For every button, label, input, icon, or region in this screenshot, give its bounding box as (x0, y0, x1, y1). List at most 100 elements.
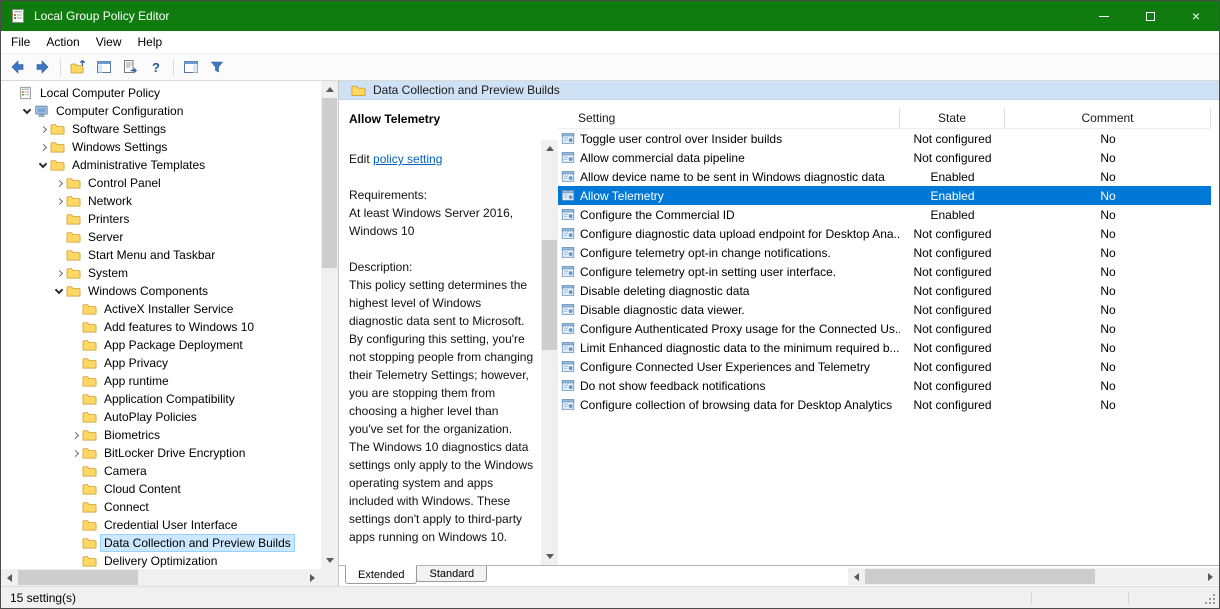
tree-item-software-settings[interactable]: Software Settings (1, 120, 321, 138)
tree-item-printers[interactable]: Printers (1, 210, 321, 228)
expander-icon[interactable] (52, 194, 66, 208)
tree-item-start-menu-and-taskbar[interactable]: Start Menu and Taskbar (1, 246, 321, 264)
edit-policy-setting-link[interactable]: policy setting (373, 152, 442, 166)
setting-row[interactable]: Toggle user control over Insider builds … (558, 129, 1211, 148)
policy-setting-icon (561, 246, 575, 259)
scroll-thumb[interactable] (322, 98, 337, 268)
tree-vertical-scrollbar[interactable] (321, 81, 338, 569)
tree-item-camera[interactable]: Camera (1, 462, 321, 480)
tree-item-biometrics[interactable]: Biometrics (1, 426, 321, 444)
tree-item-application-compatibility[interactable]: Application Compatibility (1, 390, 321, 408)
help-button[interactable]: ? (144, 56, 168, 78)
tree-item-credential-user-interface[interactable]: Credential User Interface (1, 516, 321, 534)
setting-row[interactable]: Configure collection of browsing data fo… (558, 395, 1211, 414)
scroll-down-button[interactable] (321, 552, 338, 569)
back-button[interactable] (5, 56, 29, 78)
scroll-left-button[interactable] (848, 568, 865, 585)
menu-help[interactable]: Help (130, 32, 171, 52)
tree-item-network[interactable]: Network (1, 192, 321, 210)
expander-icon[interactable] (68, 428, 82, 442)
scroll-down-button[interactable] (541, 548, 558, 565)
console-tree: Local Computer Policy Computer Configura… (1, 81, 321, 569)
column-header-comment[interactable]: Comment (1005, 108, 1211, 128)
scrollbar-corner (321, 569, 338, 586)
folder-icon (82, 338, 101, 352)
scroll-right-button[interactable] (304, 569, 321, 586)
setting-row[interactable]: Configure telemetry opt-in setting user … (558, 262, 1211, 281)
tree-item-windows-components[interactable]: Windows Components (1, 282, 321, 300)
tree-horizontal-scrollbar[interactable] (1, 569, 321, 586)
tree-item-autoplay-policies[interactable]: AutoPlay Policies (1, 408, 321, 426)
tab-extended[interactable]: Extended (345, 565, 417, 584)
setting-row[interactable]: Configure Authenticated Proxy usage for … (558, 319, 1211, 338)
tree-item-control-panel[interactable]: Control Panel (1, 174, 321, 192)
tree-item-activex-installer-service[interactable]: ActiveX Installer Service (1, 300, 321, 318)
setting-row[interactable]: Configure the Commercial ID Enabled No (558, 205, 1211, 224)
setting-row-selected[interactable]: Allow Telemetry Enabled No (558, 186, 1211, 205)
list-horizontal-scrollbar[interactable] (848, 568, 1219, 585)
expander-icon[interactable] (52, 176, 66, 190)
column-header-setting[interactable]: Setting (558, 108, 900, 128)
setting-row[interactable]: Allow device name to be sent in Windows … (558, 167, 1211, 186)
expander-icon[interactable] (52, 284, 66, 298)
tab-standard[interactable]: Standard (416, 566, 487, 582)
scroll-up-button[interactable] (541, 140, 558, 157)
tree-item-app-privacy[interactable]: App Privacy (1, 354, 321, 372)
export-list-button[interactable] (118, 56, 142, 78)
expander-spacer (52, 212, 66, 226)
column-header-state[interactable]: State (900, 108, 1005, 128)
tree-item-delivery-optimization[interactable]: Delivery Optimization (1, 552, 321, 569)
policy-setting-icon (561, 398, 575, 411)
show-console-tree-button[interactable] (92, 56, 116, 78)
tree-item-system[interactable]: System (1, 264, 321, 282)
tree-item-app-package-deployment[interactable]: App Package Deployment (1, 336, 321, 354)
scroll-thumb[interactable] (542, 240, 557, 350)
show-action-pane-button[interactable] (179, 56, 203, 78)
setting-row[interactable]: Do not show feedback notifications Not c… (558, 376, 1211, 395)
menu-view[interactable]: View (88, 32, 130, 52)
resize-grip[interactable] (1204, 593, 1216, 605)
menu-action[interactable]: Action (38, 32, 87, 52)
expander-icon[interactable] (20, 104, 34, 118)
close-button[interactable]: × (1173, 1, 1219, 31)
setting-row[interactable]: Disable diagnostic data viewer. Not conf… (558, 300, 1211, 319)
expander-icon[interactable] (52, 266, 66, 280)
setting-row[interactable]: Limit Enhanced diagnostic data to the mi… (558, 338, 1211, 357)
tree-item-local-computer-policy[interactable]: Local Computer Policy (1, 84, 321, 102)
setting-row[interactable]: Configure Connected User Experiences and… (558, 357, 1211, 376)
expander-icon[interactable] (68, 446, 82, 460)
tree-item-add-features-to-windows-10[interactable]: Add features to Windows 10 (1, 318, 321, 336)
tree-item-windows-settings[interactable]: Windows Settings (1, 138, 321, 156)
setting-row[interactable]: Allow commercial data pipeline Not confi… (558, 148, 1211, 167)
description-label: Description: (349, 258, 535, 276)
filter-button[interactable] (205, 56, 229, 78)
tree-item-administrative-templates[interactable]: Administrative Templates (1, 156, 321, 174)
folder-icon (82, 536, 101, 550)
setting-row[interactable]: Disable deleting diagnostic data Not con… (558, 281, 1211, 300)
expander-icon[interactable] (36, 158, 50, 172)
policy-setting-icon (561, 265, 575, 278)
scroll-left-button[interactable] (1, 569, 18, 586)
maximize-button[interactable] (1127, 1, 1173, 31)
tree-item-connect[interactable]: Connect (1, 498, 321, 516)
forward-button[interactable] (31, 56, 55, 78)
scroll-right-button[interactable] (1202, 568, 1219, 585)
setting-row[interactable]: Configure diagnostic data upload endpoin… (558, 224, 1211, 243)
minimize-button[interactable] (1081, 1, 1127, 31)
description-vertical-scrollbar[interactable] (541, 140, 558, 565)
scroll-up-button[interactable] (321, 81, 338, 98)
scroll-thumb[interactable] (18, 570, 138, 585)
folder-icon (66, 266, 85, 280)
menu-file[interactable]: File (3, 32, 38, 52)
tree-item-server[interactable]: Server (1, 228, 321, 246)
tree-item-app-runtime[interactable]: App runtime (1, 372, 321, 390)
up-one-level-button[interactable] (66, 56, 90, 78)
tree-item-data-collection-and-preview-builds[interactable]: Data Collection and Preview Builds (1, 534, 321, 552)
expander-icon[interactable] (36, 140, 50, 154)
tree-item-bitlocker-drive-encryption[interactable]: BitLocker Drive Encryption (1, 444, 321, 462)
scroll-thumb[interactable] (865, 569, 1095, 584)
tree-item-computer-configuration[interactable]: Computer Configuration (1, 102, 321, 120)
expander-icon[interactable] (36, 122, 50, 136)
setting-row[interactable]: Configure telemetry opt-in change notifi… (558, 243, 1211, 262)
tree-item-cloud-content[interactable]: Cloud Content (1, 480, 321, 498)
